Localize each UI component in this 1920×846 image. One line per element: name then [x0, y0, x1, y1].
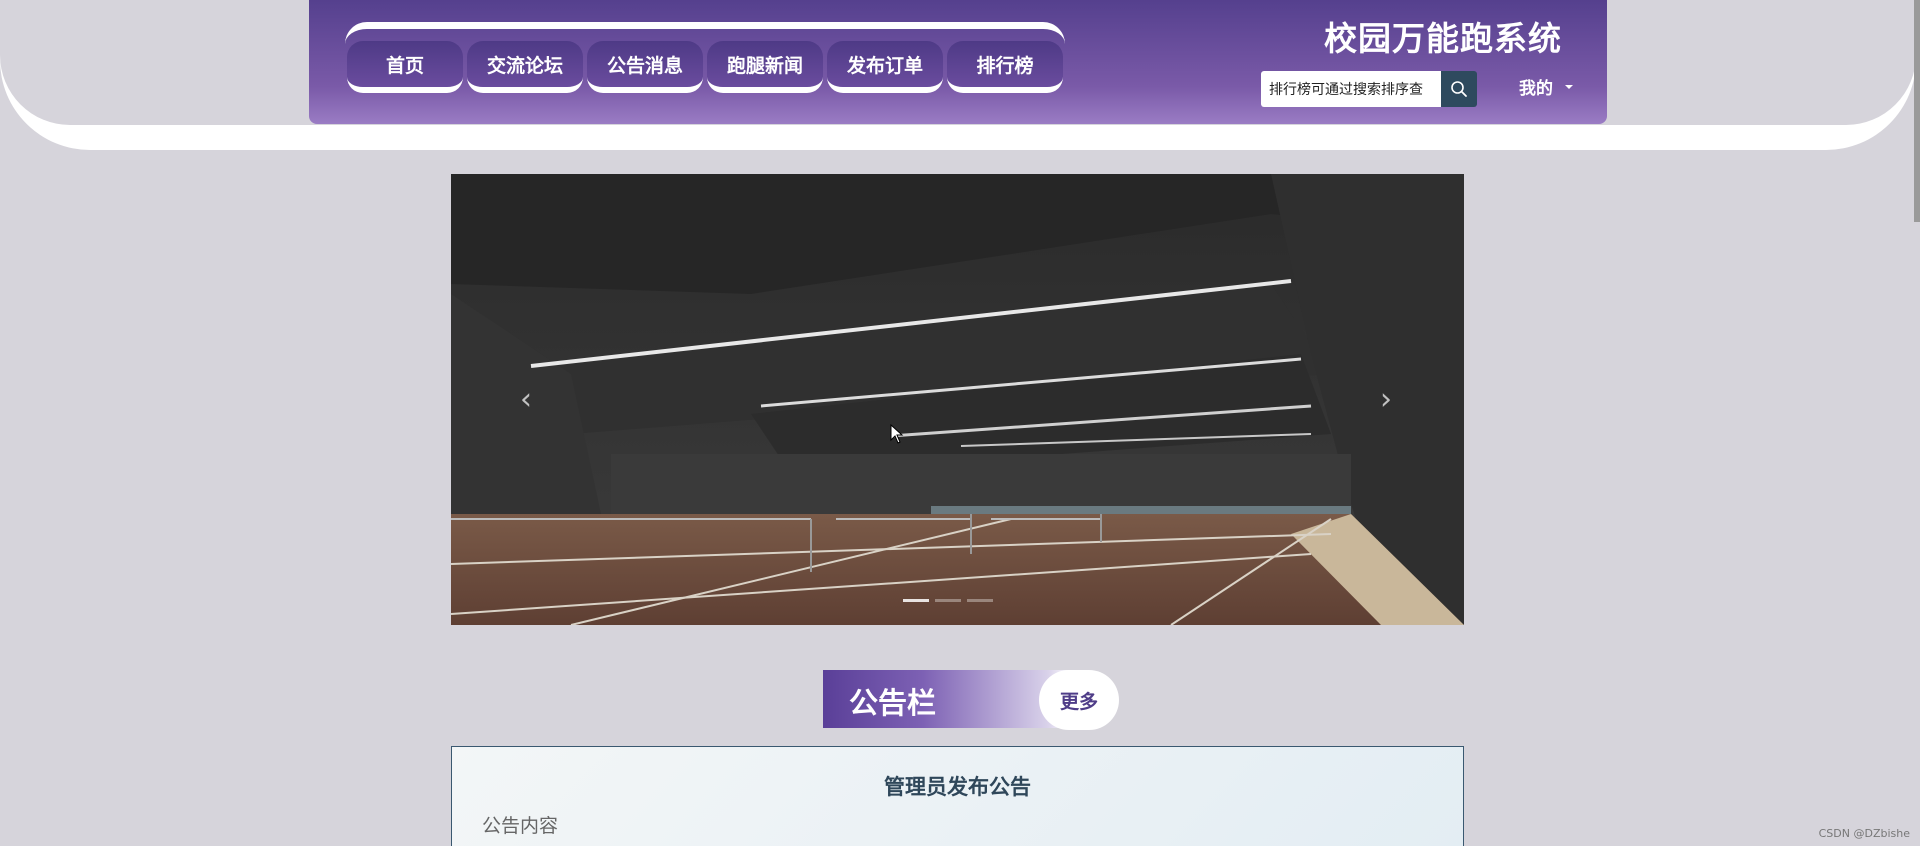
nav-errand-news[interactable]: 跑腿新闻 — [707, 41, 823, 93]
search-input[interactable] — [1261, 71, 1441, 107]
carousel-slide-image — [451, 174, 1464, 625]
notice-card[interactable]: 管理员发布公告 公告内容 — [451, 746, 1464, 846]
caret-down-icon — [1565, 84, 1573, 89]
notice-card-title: 管理员发布公告 — [884, 775, 1031, 799]
notice-title-box: 公告栏 — [823, 670, 1073, 728]
nav-ranking[interactable]: 排行榜 — [947, 41, 1063, 93]
search-box — [1261, 71, 1477, 107]
mine-label: 我的 — [1519, 79, 1553, 99]
more-button[interactable]: 更多 — [1039, 670, 1119, 730]
notice-section-header: 公告栏 更多 — [823, 670, 1119, 730]
nav-publish-order[interactable]: 发布订单 — [827, 41, 943, 93]
carousel-dot[interactable] — [967, 599, 993, 602]
image-carousel[interactable]: ‹ › — [451, 174, 1464, 625]
main-nav: 首页 交流论坛 公告消息 跑腿新闻 发布订单 排行榜 — [345, 22, 1065, 98]
carousel-dot[interactable] — [903, 599, 929, 602]
nav-forum[interactable]: 交流论坛 — [467, 41, 583, 93]
notice-section-title: 公告栏 — [849, 686, 937, 720]
carousel-indicators — [903, 599, 993, 602]
page-scrollbar[interactable] — [1914, 0, 1920, 222]
watermark: CSDN @DZbishe — [1818, 827, 1910, 840]
carousel-dot[interactable] — [935, 599, 961, 602]
mouse-cursor-icon — [890, 424, 904, 444]
search-button[interactable] — [1441, 71, 1477, 107]
nav-home[interactable]: 首页 — [347, 41, 463, 93]
nav-announcements[interactable]: 公告消息 — [587, 41, 703, 93]
site-title: 校园万能跑系统 — [1324, 19, 1562, 58]
carousel-next-button[interactable]: › — [1371, 379, 1401, 419]
search-icon — [1451, 81, 1467, 97]
notice-card-content: 公告内容 — [482, 815, 559, 837]
mine-dropdown[interactable]: 我的 — [1519, 74, 1573, 99]
carousel-prev-button[interactable]: ‹ — [511, 379, 541, 419]
site-header: 首页 交流论坛 公告消息 跑腿新闻 发布订单 排行榜 校园万能跑系统 我的 — [309, 0, 1607, 124]
